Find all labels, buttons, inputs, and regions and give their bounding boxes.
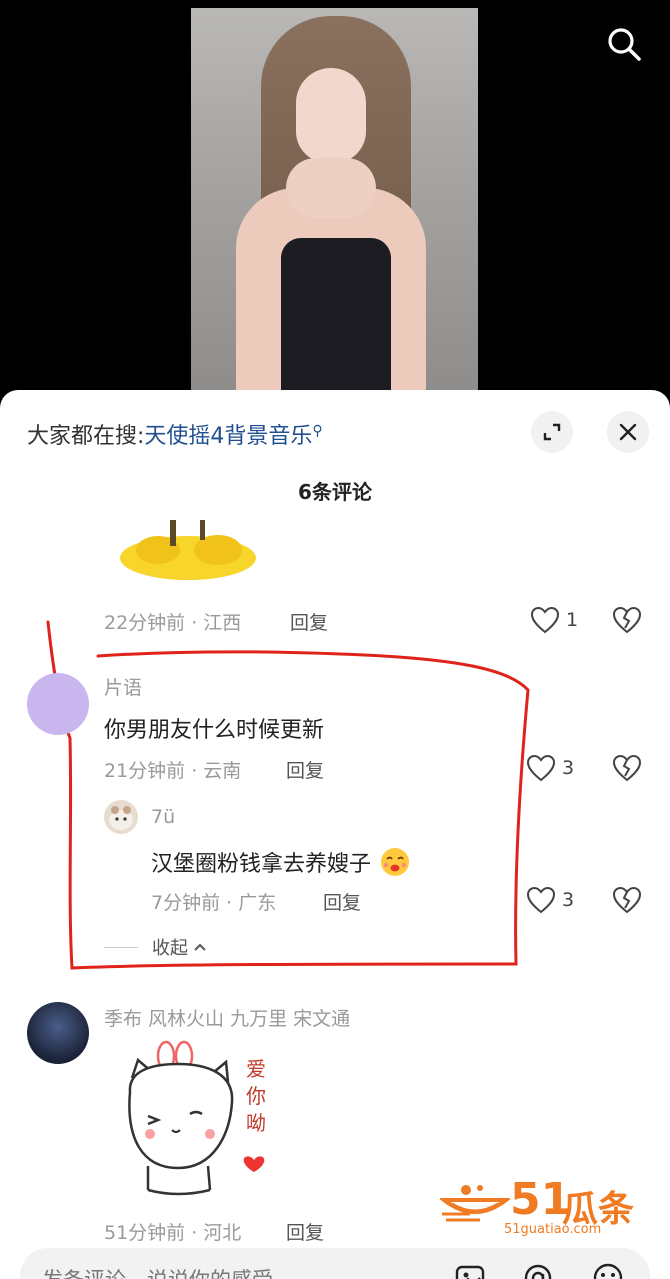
video-figure-dress — [281, 238, 391, 400]
sticker-caption: 爱你呦 — [246, 1057, 266, 1135]
broken-heart-icon[interactable] — [612, 886, 642, 914]
at-icon[interactable] — [522, 1262, 554, 1279]
username[interactable]: 季布 风林火山 九万里 宋文通 — [104, 1004, 350, 1031]
kiss-emoji-icon — [381, 848, 410, 876]
collapse-label: 收起 — [152, 938, 188, 959]
divider — [104, 946, 138, 948]
heart-icon — [526, 754, 556, 782]
watermelon-logo-icon — [440, 1185, 510, 1222]
expand-icon — [543, 423, 561, 441]
collapse-replies-button[interactable]: 收起 — [104, 934, 208, 960]
search-icon[interactable] — [606, 26, 642, 62]
comment-sheet: 大家都在搜:天使摇4背景音乐⚲ 6条评论 22分钟前 · 江西 回复 1 片语 … — [0, 390, 670, 1279]
reply-text: 汉堡圈粉钱拿去养嫂子 — [151, 846, 412, 878]
bunny-sticker: 爱你呦 — [118, 1038, 278, 1206]
watermark-url: 51guatiao.com — [504, 1222, 602, 1237]
avatar[interactable] — [27, 1002, 89, 1064]
username[interactable]: 片语 — [104, 673, 142, 700]
reply-text-content: 汉堡圈粉钱拿去养嫂子 — [151, 852, 372, 877]
avatar[interactable] — [27, 673, 89, 735]
broken-heart-icon[interactable] — [612, 754, 642, 782]
image-icon[interactable] — [454, 1262, 486, 1279]
video-frame[interactable] — [191, 8, 478, 400]
wheat-sticker — [120, 520, 256, 580]
expand-button[interactable] — [531, 411, 573, 453]
chevron-up-icon — [194, 943, 206, 951]
hamster-avatar-icon — [109, 806, 133, 830]
small-search-icon: ⚲ — [312, 423, 323, 439]
reply-button[interactable]: 回复 — [323, 888, 361, 915]
reply-avatar[interactable] — [104, 800, 138, 834]
comment-meta: 51分钟前 · 河北 — [104, 1222, 242, 1244]
video-area[interactable] — [0, 0, 670, 400]
emoji-icon[interactable] — [592, 1262, 624, 1279]
broken-heart-icon[interactable] — [612, 606, 642, 634]
comment-count: 6条评论 — [298, 480, 372, 504]
like-button[interactable]: 3 — [526, 754, 574, 782]
reply-username[interactable]: 7ü — [151, 806, 175, 828]
close-button[interactable] — [607, 411, 649, 453]
reply-button[interactable]: 回复 — [286, 756, 324, 783]
like-count: 3 — [562, 757, 575, 779]
like-count: 1 — [566, 609, 579, 631]
comment-input-placeholder[interactable]: 发条评论，说说你的感受 — [42, 1264, 273, 1279]
trending-keyword[interactable]: 天使摇4背景音乐 — [144, 424, 312, 449]
reply-meta: 7分钟前 · 广东 — [151, 892, 277, 914]
video-figure-hands — [286, 158, 376, 218]
like-count: 3 — [562, 889, 575, 911]
video-figure-face — [296, 68, 366, 163]
close-icon — [619, 423, 637, 441]
like-button[interactable]: 3 — [526, 886, 574, 914]
reply-button[interactable]: 回复 — [286, 1218, 324, 1245]
heart-icon — [526, 886, 556, 914]
comment-text: 你男朋友什么时候更新 — [104, 718, 325, 743]
comment-meta: 21分钟前 · 云南 — [104, 760, 242, 782]
comment-input-bar[interactable]: 发条评论，说说你的感受 — [20, 1248, 650, 1279]
trending-search[interactable]: 大家都在搜:天使摇4背景音乐⚲ — [27, 418, 323, 450]
site-watermark: 51 瓜条 51guatiao.com — [440, 1174, 655, 1244]
trending-prefix: 大家都在搜: — [27, 424, 145, 449]
